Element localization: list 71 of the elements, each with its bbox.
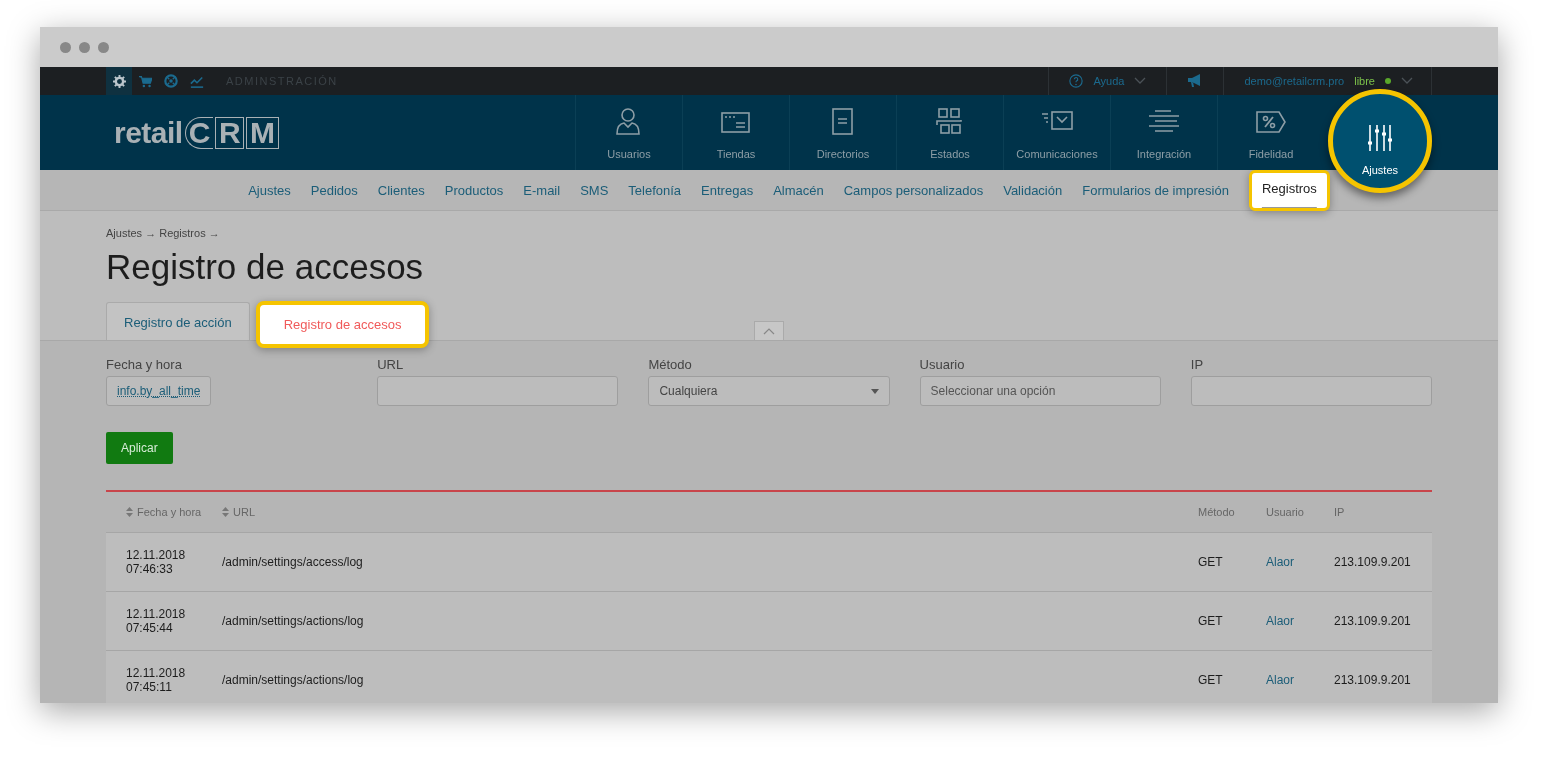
settings-icon [112,74,126,88]
line-chart-icon [190,74,204,88]
input-field[interactable] [1190,376,1432,406]
settings-nav-link[interactable]: Clientes [377,182,425,198]
caret-down-icon [870,388,879,394]
settings-nav-link[interactable]: E-mail [523,182,561,198]
time-cell: 07:45:44 [126,621,173,635]
column-header: Usuario [1266,506,1304,518]
sort-icon[interactable] [222,507,229,517]
logo[interactable]: retail C R M [114,115,279,150]
column-header[interactable]: URL [233,506,255,518]
column-header: Método [1198,506,1235,518]
ip-cell: 213.109.9.201 [1334,673,1411,687]
date-range-chip[interactable]: info.by_all_time [106,376,212,406]
help-icon [1069,74,1084,88]
plan-label: libre [1354,75,1375,87]
user-account-link[interactable]: demo@retailcrm.pro [1244,75,1345,87]
input-field[interactable]: Seleccionar una opción [919,376,1161,406]
user-link[interactable]: Alaor [1266,614,1294,628]
breadcrumb: Ajustes → Registros → [106,227,221,239]
time-cell: 07:45:11 [126,680,172,694]
apply-button[interactable]: Aplicar [106,432,173,464]
time-cell: 07:46:33 [126,562,173,576]
method-cell: GET [1198,614,1223,628]
tab[interactable]: Registro de accesos [255,301,430,348]
settings-nav-link[interactable]: Campos personalizados [843,182,984,198]
chevron-up-icon[interactable] [763,327,775,335]
filter-label: Fecha y hora [106,357,183,372]
cart-icon [138,74,152,88]
column-header: IP [1334,506,1345,518]
settings-nav-link[interactable]: Entregas [701,182,754,198]
date-cell: 12.11.2018 [126,548,186,562]
window-dot [98,41,109,53]
chevron-down-icon[interactable] [1134,77,1147,85]
settings-nav-link[interactable]: Ajustes [248,182,291,198]
settings-nav-link[interactable]: Registros [1248,169,1330,211]
date-cell: 12.11.2018 [126,607,186,621]
column-header[interactable]: Fecha y hora [137,506,202,518]
filter-label: Método [648,357,693,372]
url-cell: /admin/settings/access/log [222,555,363,569]
settings-nav-link[interactable]: Formularios de impresión [1082,182,1229,198]
settings-nav-link[interactable]: Telefonía [628,182,682,198]
ip-cell: 213.109.9.201 [1334,555,1411,569]
help-link[interactable]: Ayuda [1093,75,1125,87]
settings-nav-link[interactable]: Validación [1003,182,1063,198]
user-link[interactable]: Alaor [1266,555,1294,569]
user-link[interactable]: Alaor [1266,673,1294,687]
url-cell: /admin/settings/actions/log [222,614,364,628]
filter-label: IP [1190,357,1205,372]
chevron-down-icon[interactable] [1401,77,1413,85]
status-dot [1385,78,1391,84]
filter-label: Usuario [919,357,966,372]
ip-cell: 213.109.9.201 [1334,614,1411,628]
tab[interactable]: Registro de acción [106,302,250,340]
settings-nav-link[interactable]: Almacén [773,182,824,198]
settings-nav-link[interactable]: Pedidos [310,182,358,198]
page-title: Registro de accesos [106,247,425,287]
date-cell: 12.11.2018 [126,666,186,680]
filter-label: URL [377,357,405,372]
window-dot [60,41,71,53]
settings-nav-link[interactable]: SMS [580,182,609,198]
url-cell: /admin/settings/actions/log [222,673,364,687]
input-field[interactable] [377,376,619,406]
collapse-button[interactable] [754,321,784,340]
method-cell: GET [1198,673,1223,687]
settings-nav-link[interactable]: Productos [444,182,504,198]
method-cell: GET [1198,555,1223,569]
sort-icon[interactable] [126,507,133,517]
lifebuoy-icon [164,74,178,88]
window-dot [79,41,90,53]
method-select[interactable]: Cualquiera [648,376,890,406]
